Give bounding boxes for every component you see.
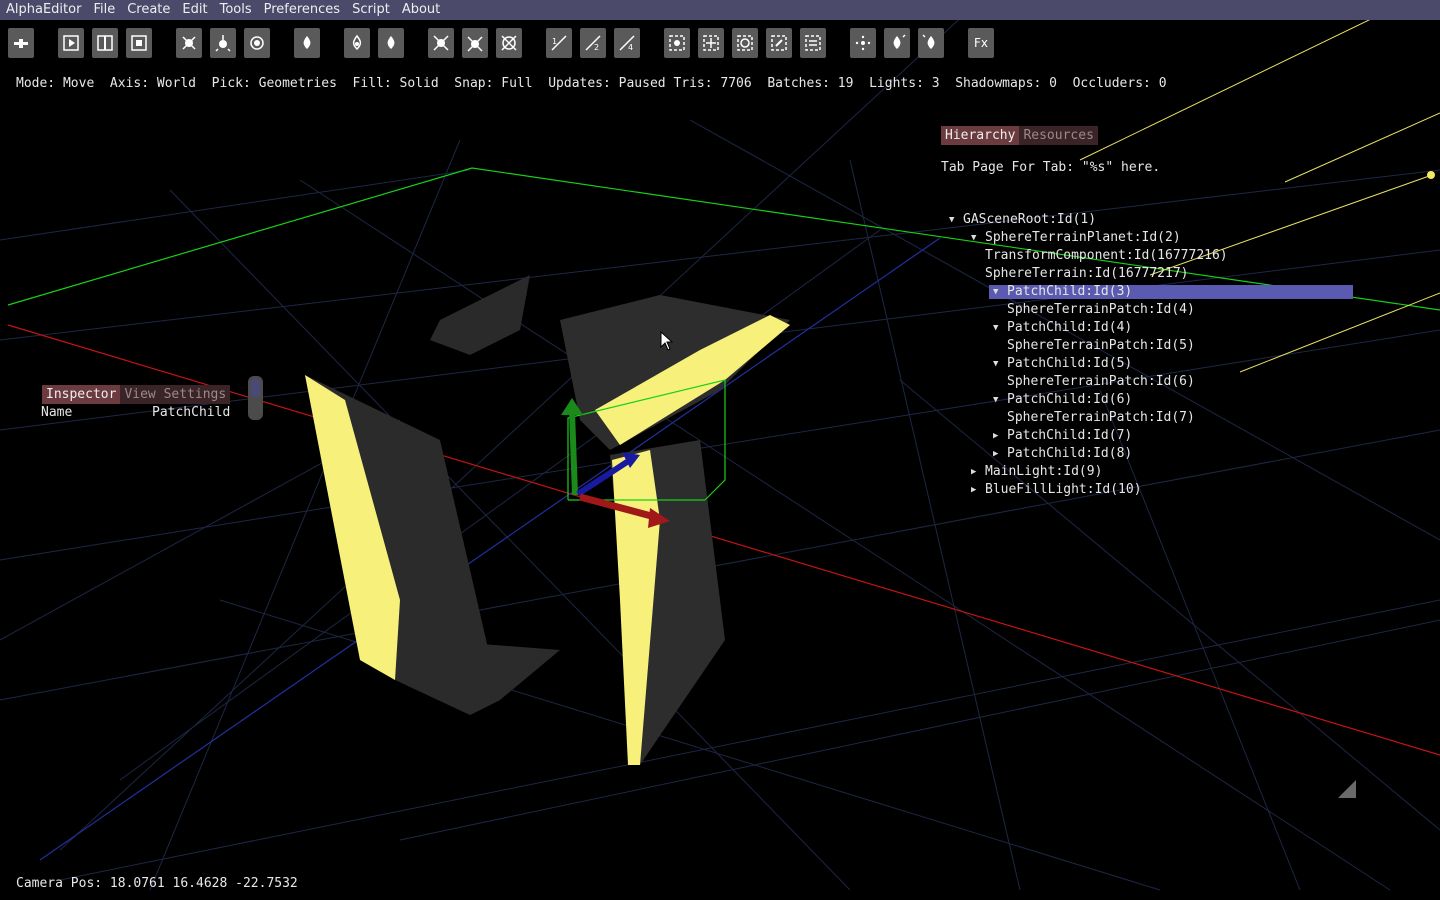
expand-arrow-down-icon[interactable]: ▼	[993, 319, 1003, 337]
tree-node[interactable]: ▼ SphereTerrainPlanet:Id(2)	[945, 229, 1355, 247]
tree-node-label: SphereTerrainPatch:Id(5)	[1007, 338, 1195, 353]
tree-node[interactable]: ▶ PatchChild:Id(8)	[945, 445, 1355, 463]
resize-grip-icon[interactable]	[1338, 780, 1358, 800]
expand-arrow-right-icon[interactable]: ▶	[993, 427, 1003, 445]
expand-arrow-right-icon[interactable]: ▶	[971, 463, 981, 481]
menu-create[interactable]: Create	[121, 0, 176, 20]
cross-node-up-icon[interactable]	[462, 28, 488, 58]
tree-node-label: SphereTerrainPatch:Id(7)	[1007, 410, 1195, 425]
menu-alphaeditor[interactable]: AlphaEditor	[0, 0, 87, 20]
menu-bar: AlphaEditor File Create Edit Tools Prefe…	[0, 0, 1440, 20]
light-fill-icon[interactable]	[918, 28, 944, 58]
axis-4-icon[interactable]: 4	[614, 28, 640, 58]
expand-arrow-down-icon[interactable]: ▼	[993, 355, 1003, 373]
tree-node-label: SphereTerrainPlanet:Id(2)	[985, 230, 1181, 245]
tree-node[interactable]: SphereTerrainPatch:Id(6)	[945, 373, 1355, 391]
name-label: Name	[41, 405, 73, 420]
select-stack-icon[interactable]	[800, 28, 826, 58]
tab-inspector[interactable]: Inspector	[42, 385, 121, 404]
hierarchy-tree: ▼ GASceneRoot:Id(1) ▼ SphereTerrainPlanet:I…	[945, 211, 1355, 499]
tab-page-note: Tab Page For Tab: "%s" here.	[941, 160, 1161, 175]
menu-edit[interactable]: Edit	[176, 0, 213, 20]
pause-split-icon[interactable]	[92, 28, 118, 58]
menu-about[interactable]: About	[396, 0, 446, 20]
dots-target-icon[interactable]	[850, 28, 876, 58]
tree-node[interactable]: SphereTerrainPatch:Id(7)	[945, 409, 1355, 427]
expand-arrow-right-icon[interactable]: ▶	[993, 445, 1003, 463]
tree-node[interactable]: ▼ PatchChild:Id(6)	[945, 391, 1355, 409]
frame-icon[interactable]	[126, 28, 152, 58]
fx-icon[interactable]: Fx	[968, 28, 994, 58]
light-icon[interactable]	[884, 28, 910, 58]
expand-arrow-down-icon[interactable]: ▼	[949, 211, 959, 229]
inspector-scrollbar[interactable]	[248, 376, 263, 420]
tree-node[interactable]: ▼ PatchChild:Id(5)	[945, 355, 1355, 373]
tree-node-label: SphereTerrainPatch:Id(6)	[1007, 374, 1195, 389]
tree-node[interactable]: ▼ PatchChild:Id(4)	[945, 319, 1355, 337]
axis-1-icon[interactable]: 1	[546, 28, 572, 58]
svg-text:2: 2	[594, 43, 599, 52]
tree-node-label: PatchChild:Id(8)	[1007, 446, 1133, 461]
tree-node-label: GASceneRoot:Id(1)	[963, 212, 1097, 227]
tree-node[interactable]: ▼ GASceneRoot:Id(1)	[945, 211, 1355, 229]
tree-node-label: MainLight:Id(9)	[985, 464, 1103, 479]
select-circle-icon[interactable]	[732, 28, 758, 58]
cross-node-icon[interactable]	[428, 28, 454, 58]
tree-node[interactable]: ▼ PatchChild:Id(3)	[945, 283, 1355, 301]
tree-node-label: SphereTerrainPatch:Id(4)	[1007, 302, 1195, 317]
toolbar: 1 2 4 Fx	[0, 20, 1440, 68]
select-box-icon[interactable]	[664, 28, 690, 58]
drop-icon[interactable]	[294, 28, 320, 58]
expand-arrow-right-icon[interactable]: ▶	[971, 481, 981, 499]
tree-node-label: PatchChild:Id(4)	[1007, 320, 1133, 335]
light-marker	[1427, 171, 1435, 179]
tree-node-label: PatchChild:Id(6)	[1007, 392, 1133, 407]
axis-2-icon[interactable]: 2	[580, 28, 606, 58]
menu-tools[interactable]: Tools	[214, 0, 258, 20]
status-line: Mode: Move Axis: World Pick: Geometries …	[16, 76, 1167, 91]
mouse-cursor-icon	[660, 331, 674, 351]
tree-node-label: SphereTerrain:Id(16777217)	[985, 266, 1189, 281]
tree-node[interactable]: SphereTerrain:Id(16777217)	[945, 265, 1355, 283]
tree-node-label: PatchChild:Id(5)	[1007, 356, 1133, 371]
name-value-field[interactable]: PatchChild	[152, 405, 230, 420]
tree-node[interactable]: ▶ BlueFillLight:Id(10)	[945, 481, 1355, 499]
node-circle-icon[interactable]	[244, 28, 270, 58]
tree-node[interactable]: TransformComponent:Id(16777216)	[945, 247, 1355, 265]
node-up-icon[interactable]	[210, 28, 236, 58]
svg-text:1: 1	[552, 37, 557, 46]
camera-position: Camera Pos: 18.0761 16.4628 -22.7532	[16, 876, 298, 891]
select-pen-icon[interactable]	[766, 28, 792, 58]
expand-arrow-down-icon[interactable]: ▼	[971, 229, 981, 247]
tree-node-label: BlueFillLight:Id(10)	[985, 482, 1142, 497]
tree-node[interactable]: SphereTerrainPatch:Id(4)	[945, 301, 1355, 319]
inspector-tabs: Inspector View Settings	[42, 385, 231, 404]
expand-arrow-down-icon[interactable]: ▼	[993, 391, 1003, 409]
menu-preferences[interactable]: Preferences	[258, 0, 346, 20]
cross-node-circle-icon[interactable]	[496, 28, 522, 58]
snap-move-icon[interactable]	[8, 28, 34, 58]
tab-view-settings[interactable]: View Settings	[120, 385, 231, 404]
menu-file[interactable]: File	[87, 0, 121, 20]
tree-node[interactable]: ▶ MainLight:Id(9)	[945, 463, 1355, 481]
tree-node-label: PatchChild:Id(7)	[1007, 428, 1133, 443]
select-grid-icon[interactable]	[698, 28, 724, 58]
tab-resources[interactable]: Resources	[1019, 126, 1098, 145]
hierarchy-tabs: Hierarchy Resources	[941, 126, 1098, 145]
tree-node-label: TransformComponent:Id(16777216)	[985, 248, 1228, 263]
tree-node[interactable]: ▶ PatchChild:Id(7)	[945, 427, 1355, 445]
scrollbar-thumb[interactable]	[251, 379, 260, 397]
expand-arrow-down-icon[interactable]: ▼	[993, 283, 1003, 301]
tab-hierarchy[interactable]: Hierarchy	[941, 126, 1020, 145]
node-icon[interactable]	[176, 28, 202, 58]
menu-script[interactable]: Script	[346, 0, 396, 20]
tree-node[interactable]: SphereTerrainPatch:Id(5)	[945, 337, 1355, 355]
drop-up-icon[interactable]	[344, 28, 370, 58]
drop-full-icon[interactable]	[378, 28, 404, 58]
play-icon[interactable]	[58, 28, 84, 58]
tree-node-label: PatchChild:Id(3)	[1007, 284, 1133, 299]
svg-text:4: 4	[628, 43, 633, 52]
